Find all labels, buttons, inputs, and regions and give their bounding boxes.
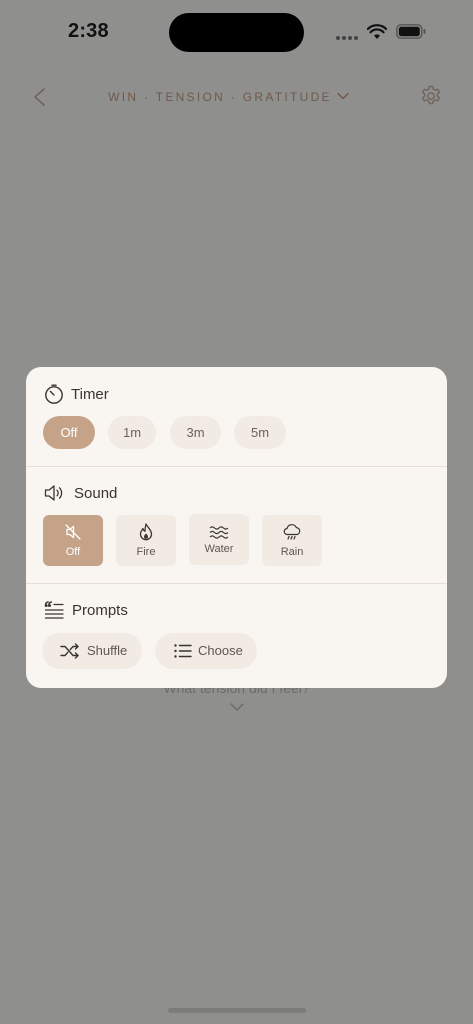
list-icon [174,644,192,658]
timer-option-off[interactable]: Off [43,416,95,449]
sound-title: Sound [74,485,118,502]
timer-section-header: Timer [43,383,163,407]
chevron-left-icon[interactable] [30,86,50,108]
sound-option-fire[interactable]: Fire [116,515,176,566]
timer-option-5m[interactable]: 5m [234,416,286,449]
ritual-title[interactable]: WIN · TENSION · GRATITUDE [100,90,340,104]
cellular-signal-icon [336,36,360,40]
rain-cloud-icon [283,524,301,540]
dynamic-island [169,13,304,52]
chevron-down-icon[interactable] [336,89,350,103]
choose-label: Choose [198,643,243,658]
timer-title: Timer [71,386,109,403]
status-time: 2:38 [68,20,109,42]
chevron-down-icon[interactable] [229,700,245,714]
nav-bar: WIN · TENSION · GRATITUDE [0,80,473,116]
section-divider [26,466,447,467]
gear-icon[interactable] [419,84,443,108]
fire-icon [139,523,153,541]
sound-off-icon [65,524,81,540]
shuffle-icon [60,643,79,659]
shuffle-label: Shuffle [87,643,128,658]
sound-option-label: Rain [280,546,304,558]
prompts-title: Prompts [72,602,128,619]
waves-icon [209,526,229,539]
sound-option-water[interactable]: Water [189,514,249,565]
timer-icon [45,384,63,404]
choose-button[interactable]: Choose [155,633,257,669]
battery-icon [396,24,426,39]
wifi-icon [367,24,387,39]
home-indicator[interactable] [168,1008,306,1013]
session-settings-panel: Timer Off 1m 3m 5m Sound Off Fire Water … [26,367,447,688]
section-divider [26,583,447,584]
timer-option-1m[interactable]: 1m [108,416,156,449]
prompts-quote-icon [44,601,64,619]
status-bar: 2:38 [0,0,473,60]
speaker-icon [44,485,63,501]
sound-option-label: Fire [136,546,156,558]
prompts-section-header: Prompts [43,599,163,623]
shuffle-button[interactable]: Shuffle [42,633,142,669]
sound-option-rain[interactable]: Rain [262,515,322,566]
sound-option-off[interactable]: Off [43,515,103,566]
sound-option-label: Water [204,543,234,555]
timer-option-3m[interactable]: 3m [170,416,221,449]
sound-section-header: Sound [43,482,163,506]
sound-option-label: Off [65,546,81,558]
